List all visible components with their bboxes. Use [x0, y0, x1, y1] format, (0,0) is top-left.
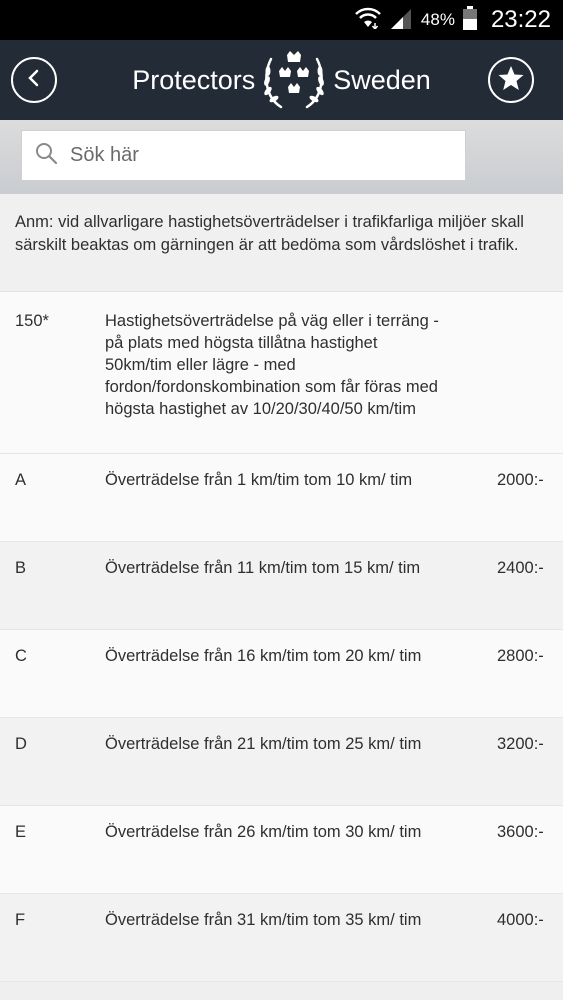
item-price: 2800:- — [497, 647, 544, 665]
item-price: 2000:- — [497, 471, 544, 489]
item-price: 2400:- — [497, 559, 544, 577]
item-price: 3200:- — [497, 735, 544, 753]
item-text: Överträdelse från 11 km/tim tom 15 km/ t… — [105, 559, 421, 577]
app-title: Protectors Sweden — [0, 40, 563, 120]
favorite-button[interactable] — [488, 57, 534, 103]
chevron-left-icon — [26, 68, 42, 93]
item-text: Överträdelse från 31 km/tim tom 35 km/ t… — [105, 911, 422, 929]
status-bar: 48% 23:22 — [0, 0, 563, 40]
item-text: Överträdelse från 21 km/tim tom 25 km/ t… — [105, 735, 422, 753]
star-icon — [497, 64, 525, 97]
back-button[interactable] — [11, 57, 57, 103]
item-code: F — [15, 911, 26, 929]
item-code: D — [15, 735, 27, 753]
app-header: Protectors Sweden — [0, 40, 563, 120]
signal-icon — [389, 7, 413, 34]
clock: 23:22 — [490, 6, 551, 33]
title-right: Sweden — [333, 64, 431, 95]
battery-percent: 48% — [420, 10, 455, 29]
section-row: 150* Hastighetsöverträdelse på väg eller… — [0, 292, 563, 454]
item-text: Överträdelse från 16 km/tim tom 20 km/ t… — [105, 647, 422, 665]
wifi-icon — [355, 7, 381, 34]
item-price: 4000:- — [497, 911, 544, 929]
battery-icon — [462, 5, 477, 35]
fine-list: 150* Hastighetsöverträdelse på väg eller… — [0, 292, 563, 982]
list-item[interactable]: A Överträdelse från 1 km/tim tom 10 km/ … — [0, 454, 563, 542]
list-item[interactable]: C Överträdelse från 16 km/tim tom 20 km/… — [0, 630, 563, 718]
list-item[interactable]: B Överträdelse från 11 km/tim tom 15 km/… — [0, 542, 563, 630]
list-item[interactable]: D Överträdelse från 21 km/tim tom 25 km/… — [0, 718, 563, 806]
item-text: Överträdelse från 1 km/tim tom 10 km/ ti… — [105, 471, 413, 489]
item-code: C — [15, 647, 27, 665]
list-item[interactable]: E Överträdelse från 26 km/tim tom 30 km/… — [0, 806, 563, 894]
title-left: Protectors — [132, 64, 256, 95]
search-icon — [34, 141, 58, 170]
item-text: Överträdelse från 26 km/tim tom 30 km/ t… — [105, 823, 422, 841]
item-code: B — [15, 559, 27, 577]
list-item[interactable]: F Överträdelse från 31 km/tim tom 35 km/… — [0, 894, 563, 982]
section-description: Hastighetsöverträdelse på väg eller i te… — [105, 312, 439, 418]
search-box[interactable] — [21, 130, 466, 181]
crown-wreath-icon — [259, 47, 329, 113]
search-bar — [0, 120, 563, 194]
item-price: 3600:- — [497, 823, 544, 841]
search-input[interactable] — [70, 144, 430, 167]
section-code: 150* — [15, 312, 49, 330]
item-code: E — [15, 823, 27, 841]
item-code: A — [15, 471, 27, 489]
note-text: Anm: vid allvarligare hastighetsöverträd… — [0, 194, 563, 292]
